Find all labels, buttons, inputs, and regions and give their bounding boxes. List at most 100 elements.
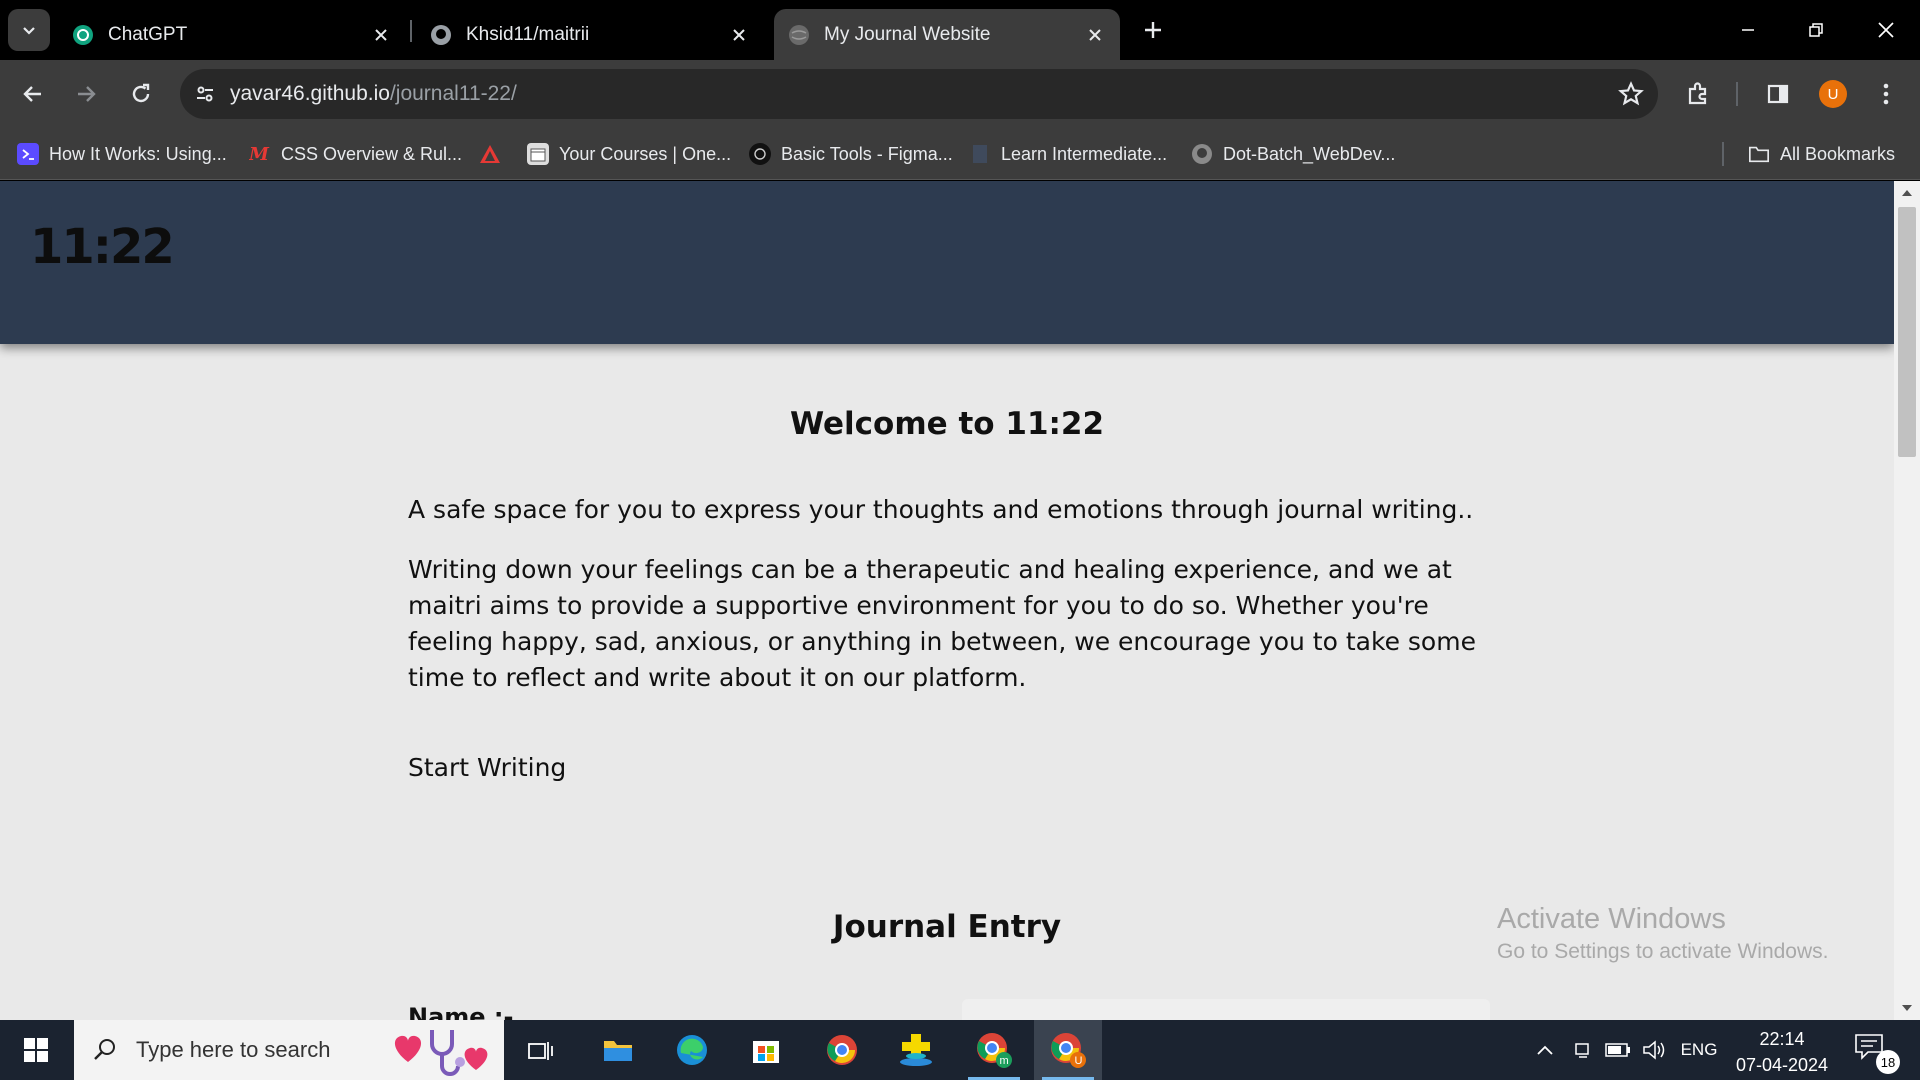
forward-button[interactable] bbox=[66, 74, 106, 114]
tab-search-button[interactable] bbox=[8, 9, 50, 51]
watermark-title: Activate Windows bbox=[1497, 903, 1726, 935]
chrome-profile-u-icon: U bbox=[1051, 1033, 1086, 1068]
figma-icon bbox=[749, 143, 771, 165]
clock-time: 22:14 bbox=[1759, 1029, 1805, 1049]
name-input[interactable] bbox=[962, 999, 1490, 1020]
bookmarks-bar: How It Works: Using... M CSS Overview & … bbox=[0, 128, 1920, 180]
menu-button[interactable] bbox=[1868, 76, 1904, 112]
browser-tab-strip: ChatGPT Khsid11/maitrii My Journal Websi… bbox=[0, 0, 1920, 60]
chrome-profile-u-button[interactable]: U bbox=[1034, 1020, 1102, 1080]
calendar-icon bbox=[527, 143, 549, 165]
bookmark-label: Dot-Batch_WebDev... bbox=[1223, 143, 1396, 164]
bookmark-item[interactable]: Learn Intermediate... bbox=[969, 141, 1167, 167]
all-bookmarks-button[interactable]: All Bookmarks bbox=[1748, 141, 1895, 167]
side-panel-button[interactable] bbox=[1760, 76, 1796, 112]
notification-center-button[interactable]: 18 bbox=[1854, 1032, 1900, 1074]
windows-logo-icon bbox=[24, 1038, 48, 1062]
tab-title: Khsid11/maitrii bbox=[466, 23, 590, 45]
reload-button[interactable] bbox=[121, 74, 161, 114]
close-icon bbox=[1878, 22, 1894, 38]
reload-icon bbox=[132, 83, 150, 103]
extensions-button[interactable] bbox=[1680, 76, 1716, 112]
bookmark-item[interactable]: Basic Tools - Figma... bbox=[749, 141, 953, 167]
edge-button[interactable] bbox=[658, 1020, 726, 1080]
bookmark-label: CSS Overview & Rul... bbox=[281, 143, 463, 164]
chrome-profile-m-button[interactable]: m bbox=[960, 1020, 1028, 1080]
close-window-button[interactable] bbox=[1852, 0, 1920, 60]
task-view-button[interactable] bbox=[506, 1020, 574, 1080]
scroll-thumb[interactable] bbox=[1898, 207, 1916, 457]
new-tab-button[interactable] bbox=[1137, 14, 1169, 46]
start-button[interactable] bbox=[0, 1020, 72, 1080]
battery-button[interactable] bbox=[1602, 1020, 1634, 1080]
bookmark-item[interactable]: Your Courses | One... bbox=[527, 141, 731, 167]
bookmark-item[interactable]: M CSS Overview & Rul... bbox=[249, 141, 462, 167]
minimize-icon bbox=[1742, 29, 1754, 31]
hearts-stethoscope-icon bbox=[394, 1030, 488, 1076]
svg-text:M: M bbox=[249, 145, 270, 163]
page-scrollbar[interactable] bbox=[1894, 181, 1920, 1020]
taskbar-search-box[interactable]: Type here to search bbox=[74, 1020, 504, 1080]
tab-chatgpt[interactable]: ChatGPT bbox=[58, 9, 406, 60]
site-logo[interactable]: 11:22 bbox=[30, 219, 175, 275]
scroll-up-arrow-icon[interactable] bbox=[1894, 183, 1920, 203]
clock-date: 07-04-2024 bbox=[1735, 1055, 1829, 1075]
file-explorer-button[interactable] bbox=[584, 1020, 652, 1080]
volume-button[interactable] bbox=[1638, 1020, 1672, 1080]
bookmark-item[interactable]: Dot-Batch_WebDev... bbox=[1191, 141, 1395, 167]
plus-icon bbox=[1145, 22, 1161, 38]
chevron-down-icon bbox=[23, 27, 35, 35]
show-hidden-icons-button[interactable] bbox=[1530, 1020, 1560, 1080]
notification-count-badge: 18 bbox=[1876, 1050, 1900, 1074]
site-settings-icon[interactable] bbox=[180, 69, 230, 119]
microsoft-store-button[interactable] bbox=[732, 1020, 800, 1080]
restore-icon bbox=[1809, 23, 1823, 37]
speaker-icon bbox=[1643, 1040, 1665, 1060]
close-icon[interactable] bbox=[370, 24, 392, 46]
tab-github[interactable]: Khsid11/maitrii bbox=[416, 9, 764, 60]
bookmark-star-icon[interactable] bbox=[1618, 81, 1644, 107]
bookmark-label: Basic Tools - Figma... bbox=[781, 143, 953, 164]
start-writing-link[interactable]: Start Writing bbox=[408, 753, 566, 782]
globe-icon bbox=[788, 24, 810, 46]
arrow-right-icon bbox=[78, 86, 96, 102]
name-label: Name :- bbox=[408, 1003, 514, 1020]
page-viewport: 11:22 Welcome to 11:22 A safe space for … bbox=[0, 181, 1894, 1020]
warning-triangle-icon bbox=[479, 143, 501, 165]
minimize-button[interactable] bbox=[1714, 0, 1782, 60]
m-logo-icon: M bbox=[249, 143, 271, 165]
arrow-left-icon bbox=[23, 86, 41, 102]
back-button[interactable] bbox=[13, 74, 53, 114]
taskbar-clock[interactable]: 22:14 07-04-2024 bbox=[1722, 1026, 1842, 1078]
github-icon bbox=[430, 24, 452, 46]
body-paragraph: Writing down your feelings can be a ther… bbox=[408, 555, 1476, 692]
puzzle-icon bbox=[1688, 82, 1707, 105]
edge-icon bbox=[677, 1035, 707, 1065]
tab-my-journal-website[interactable]: My Journal Website bbox=[774, 9, 1120, 60]
chrome-button[interactable] bbox=[808, 1020, 876, 1080]
watermark-subtitle: Go to Settings to activate Windows. bbox=[1497, 940, 1829, 963]
search-icon bbox=[94, 1039, 115, 1060]
language-indicator[interactable]: ENG bbox=[1676, 1020, 1722, 1080]
meet-now-button[interactable] bbox=[1568, 1020, 1598, 1080]
store-icon bbox=[753, 1041, 779, 1063]
browser-toolbar: yavar46.github.io/journal11-22/ U bbox=[0, 60, 1920, 128]
bookmark-label: How It Works: Using... bbox=[49, 143, 227, 164]
side-panel-icon bbox=[1767, 84, 1789, 104]
bookmark-item[interactable] bbox=[479, 141, 511, 167]
bookmark-item[interactable]: How It Works: Using... bbox=[17, 141, 227, 167]
site-header: 11:22 bbox=[0, 181, 1894, 344]
address-bar[interactable]: yavar46.github.io/journal11-22/ bbox=[180, 69, 1658, 119]
terminal-icon bbox=[17, 143, 39, 165]
webcam-icon bbox=[1575, 1043, 1589, 1058]
profile-button[interactable]: U bbox=[1815, 76, 1851, 112]
close-icon[interactable] bbox=[1084, 24, 1106, 46]
scroll-down-arrow-icon[interactable] bbox=[1894, 998, 1920, 1018]
github-icon bbox=[1191, 143, 1213, 165]
avatar: U bbox=[1819, 80, 1847, 108]
game-app-button[interactable] bbox=[882, 1020, 950, 1080]
folder-icon bbox=[1748, 143, 1770, 165]
close-icon[interactable] bbox=[728, 24, 750, 46]
restore-button[interactable] bbox=[1782, 0, 1850, 60]
chrome-icon bbox=[827, 1035, 857, 1065]
